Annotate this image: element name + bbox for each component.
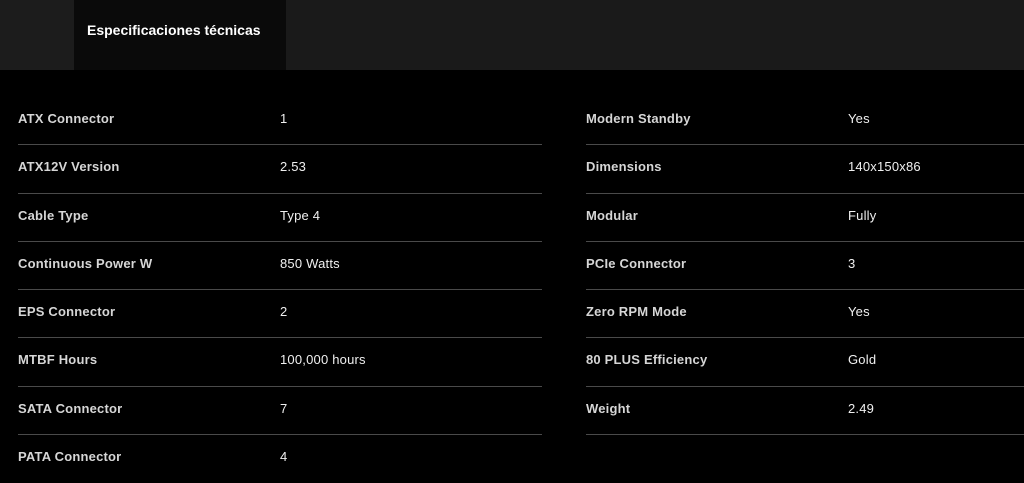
spec-value: Yes bbox=[848, 111, 870, 126]
spec-row: EPS Connector 2 bbox=[18, 290, 542, 339]
spec-value: Yes bbox=[848, 304, 870, 320]
tab-bar-spacer bbox=[0, 0, 74, 70]
spec-row: MTBF Hours 100,000 hours bbox=[18, 338, 542, 387]
spec-value: Type 4 bbox=[280, 207, 321, 223]
spec-value: Fully bbox=[848, 207, 877, 223]
spec-row: PCIe Connector 3 bbox=[586, 242, 1024, 291]
spec-value: 850 Watts bbox=[280, 255, 340, 271]
spec-label: Cable Type bbox=[18, 207, 89, 223]
spec-row: Cable Type Type 4 bbox=[18, 194, 542, 242]
specs-column-right: Modern Standby Yes Dimensions 140x150x86… bbox=[586, 97, 1024, 436]
spec-label: Dimensions bbox=[586, 159, 662, 175]
spec-value: 3 bbox=[848, 255, 856, 271]
spec-label: Continuous Power W bbox=[18, 255, 153, 271]
tab-bar: Especificaciones técnicas bbox=[0, 0, 1024, 70]
spec-row: PATA Connector 4 bbox=[18, 435, 542, 483]
spec-label: Modular bbox=[586, 207, 638, 223]
spec-value: 4 bbox=[280, 449, 288, 465]
spec-value: Gold bbox=[848, 352, 877, 368]
spec-row: Modular Fully bbox=[586, 194, 1024, 242]
tab-bar-filler bbox=[286, 0, 1024, 70]
spec-value: 7 bbox=[280, 400, 288, 416]
specs-column-left: ATX Connector 1 ATX12V Version 2.53 Cabl… bbox=[18, 97, 542, 483]
spec-label: MTBF Hours bbox=[18, 352, 98, 368]
spec-label: ATX Connector bbox=[18, 111, 115, 126]
spec-value: 100,000 hours bbox=[280, 352, 366, 368]
spec-label: ATX12V Version bbox=[18, 159, 120, 175]
spec-label: Zero RPM Mode bbox=[586, 304, 687, 320]
spec-row: 80 PLUS Efficiency Gold bbox=[586, 338, 1024, 387]
spec-row: Modern Standby Yes bbox=[586, 97, 1024, 146]
spec-row: ATX Connector 1 bbox=[18, 97, 542, 146]
spec-label: SATA Connector bbox=[18, 400, 123, 416]
spec-label: 80 PLUS Efficiency bbox=[586, 352, 708, 368]
tab-technical-specifications[interactable]: Especificaciones técnicas bbox=[74, 0, 286, 70]
spec-row: Weight 2.49 bbox=[586, 387, 1024, 436]
spec-row: SATA Connector 7 bbox=[18, 387, 542, 436]
spec-value: 2 bbox=[280, 304, 288, 320]
spec-value: 2.53 bbox=[280, 159, 307, 175]
spec-label: PCIe Connector bbox=[586, 255, 687, 271]
spec-value: 2.49 bbox=[848, 400, 875, 416]
spec-row: Continuous Power W 850 Watts bbox=[18, 242, 542, 291]
spec-label: EPS Connector bbox=[18, 304, 116, 320]
spec-value: 140x150x86 bbox=[848, 159, 921, 175]
spec-label: PATA Connector bbox=[18, 449, 122, 465]
spec-value: 1 bbox=[280, 111, 288, 126]
spec-row: Dimensions 140x150x86 bbox=[586, 145, 1024, 194]
spec-label: Modern Standby bbox=[586, 111, 691, 126]
spec-row: Zero RPM Mode Yes bbox=[586, 290, 1024, 339]
spec-row: ATX12V Version 2.53 bbox=[18, 145, 542, 194]
spec-label: Weight bbox=[586, 400, 631, 416]
